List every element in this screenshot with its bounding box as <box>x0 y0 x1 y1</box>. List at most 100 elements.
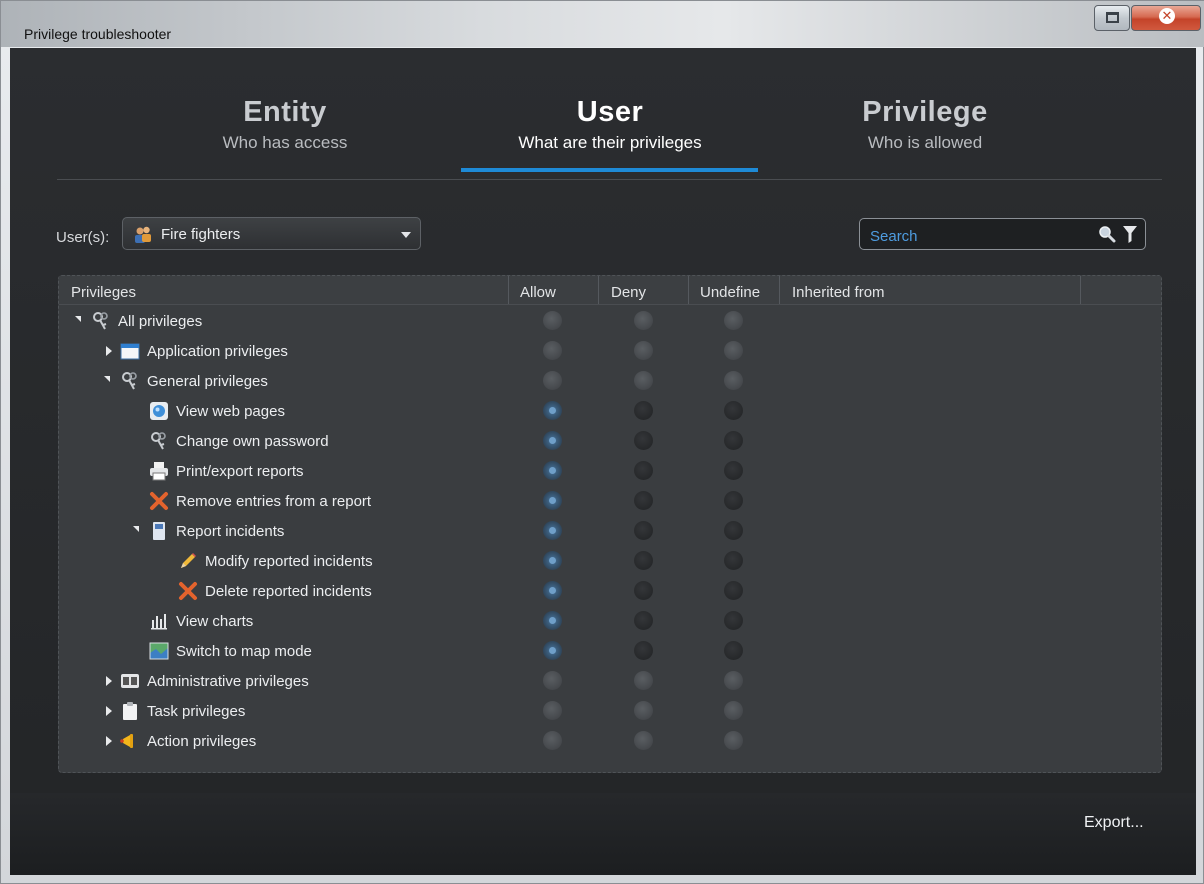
column-header-undefine[interactable]: Undefine <box>700 284 760 301</box>
tree-row[interactable]: Action privileges <box>59 726 1161 756</box>
undefine-radio[interactable] <box>724 431 743 450</box>
title-bar: Privilege troubleshooter ✕ <box>1 1 1204 47</box>
expand-arrow-icon[interactable] <box>106 346 112 356</box>
tree-row[interactable]: Change own password <box>59 426 1161 456</box>
expand-arrow-icon[interactable] <box>106 706 112 716</box>
tree-row[interactable]: Application privileges <box>59 336 1161 366</box>
expand-arrow-icon[interactable] <box>106 736 112 746</box>
privilege-label: View charts <box>176 613 254 630</box>
allow-radio[interactable] <box>543 641 562 660</box>
chevron-down-icon <box>401 232 411 238</box>
tree-row[interactable]: General privileges <box>59 366 1161 396</box>
allow-radio[interactable] <box>543 461 562 480</box>
privilege-troubleshooter-window: Privilege troubleshooter ✕ Entity Who ha… <box>0 0 1204 884</box>
allow-radio[interactable] <box>543 431 562 450</box>
undefine-radio[interactable] <box>724 341 743 360</box>
user-group-icon <box>135 226 151 243</box>
users-dropdown-value: Fire fighters <box>161 226 241 243</box>
deny-radio[interactable] <box>634 431 653 450</box>
tree-row[interactable]: Print/export reports <box>59 456 1161 486</box>
collapse-arrow-icon[interactable] <box>133 526 139 532</box>
deny-radio[interactable] <box>634 371 653 390</box>
undefine-radio[interactable] <box>724 401 743 420</box>
undefine-radio[interactable] <box>724 311 743 330</box>
column-header-inherited-from[interactable]: Inherited from <box>792 284 885 301</box>
privileges-grid: Privileges Allow Deny Undefine Inherited… <box>58 275 1162 773</box>
undefine-radio[interactable] <box>724 671 743 690</box>
tree-row[interactable]: Switch to map mode <box>59 636 1161 666</box>
tab-user-subtitle: What are their privileges <box>518 133 702 152</box>
deny-radio[interactable] <box>634 581 653 600</box>
undefine-radio[interactable] <box>724 491 743 510</box>
tab-user[interactable]: User What are their privileges <box>460 96 760 153</box>
tree-row[interactable]: Report incidents <box>59 516 1161 546</box>
allow-radio[interactable] <box>543 401 562 420</box>
pencil-icon <box>178 551 198 571</box>
allow-radio[interactable] <box>543 311 562 330</box>
allow-radio[interactable] <box>543 491 562 510</box>
tab-privilege[interactable]: Privilege Who is allowed <box>800 96 1050 153</box>
active-tab-indicator <box>461 168 758 172</box>
allow-radio[interactable] <box>543 551 562 570</box>
undefine-radio[interactable] <box>724 641 743 660</box>
maximize-button[interactable] <box>1094 5 1130 31</box>
undefine-radio[interactable] <box>724 551 743 570</box>
deny-radio[interactable] <box>634 311 653 330</box>
search-icon[interactable] <box>1098 225 1116 243</box>
tree-row[interactable]: Task privileges <box>59 696 1161 726</box>
collapse-arrow-icon[interactable] <box>104 376 110 382</box>
allow-radio[interactable] <box>543 701 562 720</box>
allow-radio[interactable] <box>543 371 562 390</box>
export-button[interactable]: Export... <box>1076 811 1152 835</box>
column-header-privileges[interactable]: Privileges <box>71 284 136 301</box>
allow-radio[interactable] <box>543 731 562 750</box>
deny-radio[interactable] <box>634 341 653 360</box>
undefine-radio[interactable] <box>724 461 743 480</box>
maximize-icon <box>1106 12 1119 23</box>
privilege-label: Application privileges <box>147 343 288 360</box>
tree-row[interactable]: All privileges <box>59 306 1161 336</box>
privilege-label: Switch to map mode <box>176 643 312 660</box>
tree-row[interactable]: Delete reported incidents <box>59 576 1161 606</box>
deny-radio[interactable] <box>634 641 653 660</box>
allow-radio[interactable] <box>543 341 562 360</box>
undefine-radio[interactable] <box>724 521 743 540</box>
deny-radio[interactable] <box>634 461 653 480</box>
tree-row[interactable]: View charts <box>59 606 1161 636</box>
undefine-radio[interactable] <box>724 611 743 630</box>
undefine-radio[interactable] <box>724 581 743 600</box>
undefine-radio[interactable] <box>724 371 743 390</box>
allow-radio[interactable] <box>543 581 562 600</box>
undefine-radio[interactable] <box>724 701 743 720</box>
allow-radio[interactable] <box>543 521 562 540</box>
key-icon <box>149 431 169 451</box>
allow-radio[interactable] <box>543 671 562 690</box>
tab-entity-title: Entity <box>243 96 327 128</box>
deny-radio[interactable] <box>634 551 653 570</box>
search-input[interactable] <box>868 225 1082 247</box>
deny-radio[interactable] <box>634 521 653 540</box>
column-header-allow[interactable]: Allow <box>520 284 556 301</box>
column-separator <box>1080 276 1081 304</box>
close-button[interactable]: ✕ <box>1131 5 1201 31</box>
undefine-radio[interactable] <box>724 731 743 750</box>
deny-radio[interactable] <box>634 701 653 720</box>
filter-icon[interactable] <box>1122 224 1138 244</box>
deny-radio[interactable] <box>634 491 653 510</box>
column-header-deny[interactable]: Deny <box>611 284 646 301</box>
tree-row[interactable]: Modify reported incidents <box>59 546 1161 576</box>
deny-radio[interactable] <box>634 671 653 690</box>
deny-radio[interactable] <box>634 611 653 630</box>
deny-radio[interactable] <box>634 731 653 750</box>
collapse-arrow-icon[interactable] <box>75 316 81 322</box>
client-area: Entity Who has access User What are thei… <box>10 48 1196 875</box>
allow-radio[interactable] <box>543 611 562 630</box>
key-icon <box>91 311 111 331</box>
tab-entity[interactable]: Entity Who has access <box>175 96 395 153</box>
tree-row[interactable]: Remove entries from a report <box>59 486 1161 516</box>
tree-row[interactable]: View web pages <box>59 396 1161 426</box>
deny-radio[interactable] <box>634 401 653 420</box>
tree-row[interactable]: Administrative privileges <box>59 666 1161 696</box>
users-dropdown[interactable]: Fire fighters <box>122 217 421 250</box>
expand-arrow-icon[interactable] <box>106 676 112 686</box>
